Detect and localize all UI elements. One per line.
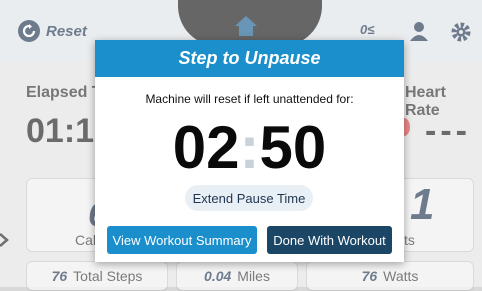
pause-dialog: Step to Unpause Machine will reset if le… xyxy=(95,40,404,262)
timer-separator: : xyxy=(239,114,260,181)
dialog-title: Step to Unpause xyxy=(95,40,404,77)
app-screen: Reset 0≤ Elapsed Ti 01:1 Heart Rate --- … xyxy=(0,0,482,291)
countdown-timer: 02:50 xyxy=(95,112,404,184)
timer-minutes: 02 xyxy=(172,114,240,181)
timer-seconds: 50 xyxy=(259,114,327,181)
extend-pause-button[interactable]: Extend Pause Time xyxy=(185,185,313,211)
done-workout-button[interactable]: Done With Workout xyxy=(267,226,392,254)
view-summary-button[interactable]: View Workout Summary xyxy=(107,226,257,254)
dialog-message: Machine will reset if left unattended fo… xyxy=(145,92,354,106)
